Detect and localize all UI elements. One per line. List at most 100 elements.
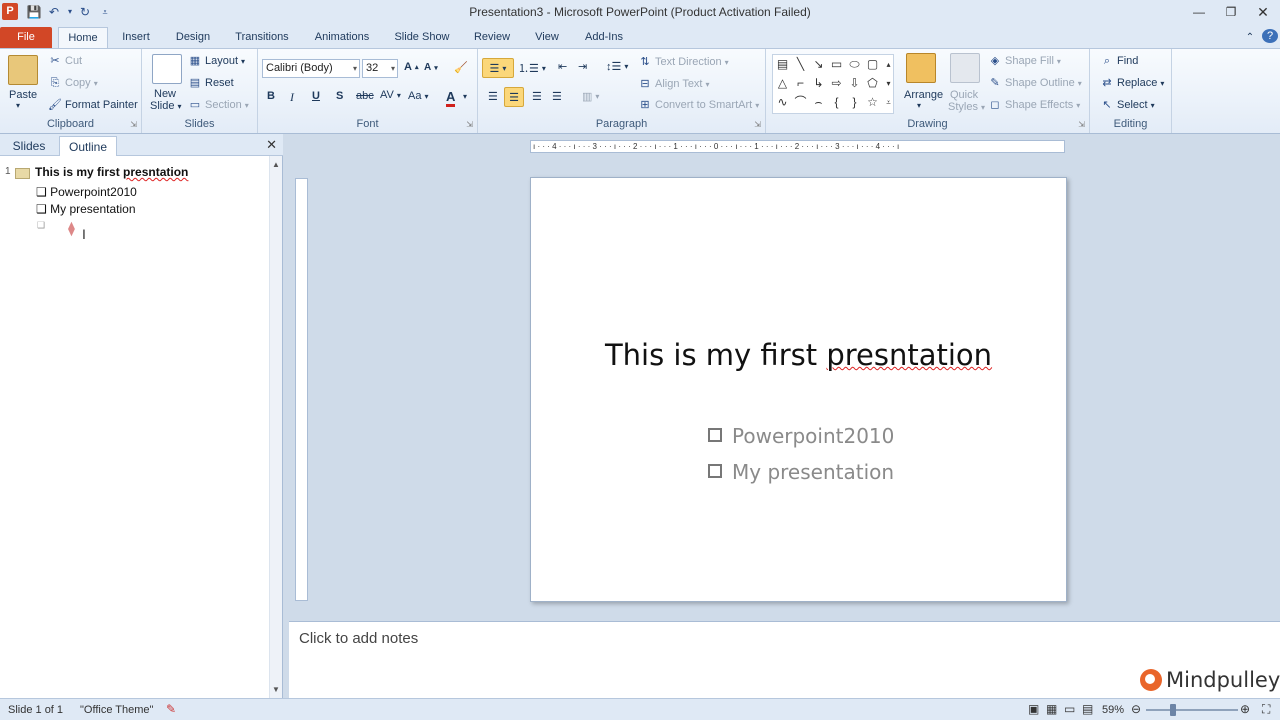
copy-button[interactable]: ⎘ Copy ▾ [48,76,98,90]
close-pane-icon[interactable]: ✕ [266,137,277,153]
select-button[interactable]: ↖ Select ▾ [1100,98,1154,112]
tab-slide-show[interactable]: Slide Show [390,27,454,48]
elbow-connector-shape-icon[interactable]: ⌐ [793,76,808,91]
numbering-button[interactable]: ⒈☰ ▾ [518,60,546,76]
tab-review[interactable]: Review [469,27,515,48]
font-launcher-icon[interactable]: ⇲ [466,120,473,129]
tab-animations[interactable]: Animations [309,27,375,48]
normal-view-icon[interactable]: ▣ [1028,702,1039,716]
curve-shape-icon[interactable]: ⌢ [811,95,826,110]
theme-status[interactable]: "Office Theme" [80,704,153,716]
star-shape-icon[interactable]: ☆ [865,95,880,110]
drawing-launcher-icon[interactable]: ⇲ [1078,120,1085,129]
font-family-select[interactable]: Calibri (Body) ▾ [262,59,360,78]
scroll-down-icon[interactable]: ▼ [270,685,282,694]
align-center-icon[interactable]: ☰ [504,87,524,107]
increase-indent-icon[interactable]: ⇥ [578,60,587,73]
align-text-button[interactable]: ⊟ Align Text ▾ [638,77,709,91]
elbow-arrow-shape-icon[interactable]: ↳ [811,76,826,91]
minimize-ribbon-icon[interactable]: ⌃ [1242,27,1258,48]
font-color-dropdown-icon[interactable]: ▾ [463,92,467,101]
tab-file[interactable]: File [0,27,52,48]
gallery-scroll-down-icon[interactable]: ▾ [881,76,896,91]
strikethrough-icon[interactable]: abc [356,90,374,102]
arrange-dropdown-icon[interactable]: ▾ [917,101,921,110]
font-color-icon[interactable]: A [446,89,456,107]
tab-outline-pane[interactable]: Outline [59,136,117,156]
rectangle-shape-icon[interactable]: ▭ [829,57,844,72]
character-spacing-icon[interactable]: AV ▾ [380,89,401,101]
tab-view[interactable]: View [530,27,564,48]
slide-title[interactable]: This is my first presntation [531,338,1066,372]
shape-effects-button[interactable]: ◻ Shape Effects ▾ [988,98,1080,112]
zoom-in-icon[interactable]: ⊕ [1240,702,1250,716]
left-brace-shape-icon[interactable]: { [829,95,844,110]
oval-shape-icon[interactable]: ⬭ [847,57,862,72]
clipboard-launcher-icon[interactable]: ⇲ [130,120,137,129]
outline-slide-title[interactable]: This is my first presntation [35,165,188,179]
new-slide-button-line2[interactable]: Slide ▾ [150,100,181,112]
slide-bullet-1[interactable]: Powerpoint2010 [708,424,894,448]
reading-view-icon[interactable]: ▭ [1064,702,1075,716]
align-right-icon[interactable]: ☰ [532,90,542,103]
shapes-gallery[interactable]: ▤ ╲ ↘ ▭ ⬭ ▢ △ ⌐ ↳ ⇨ ⇩ ⬠ ∿ ⌒ ⌢ { } ☆ ▴ ▾ … [772,54,894,114]
outline-view[interactable]: 1 This is my first presntation ❑ Powerpo… [0,156,270,698]
paste-dropdown-icon[interactable]: ▾ [16,101,20,110]
tab-add-ins[interactable]: Add-Ins [580,27,628,48]
scroll-up-icon[interactable]: ▲ [270,160,282,169]
tab-design[interactable]: Design [170,27,216,48]
arc-shape-icon[interactable]: ⌒ [793,95,808,110]
outline-scrollbar[interactable]: ▲ ▼ [269,156,282,698]
zoom-out-icon[interactable]: ⊖ [1131,702,1141,716]
rounded-rectangle-shape-icon[interactable]: ▢ [865,57,880,72]
clear-formatting-icon[interactable]: 🧹 [454,61,468,74]
italic-icon[interactable]: I [290,90,294,105]
paste-icon[interactable] [8,55,38,85]
tab-home[interactable]: Home [58,27,108,48]
section-button[interactable]: ▭ Section ▾ [188,98,249,112]
quick-styles-button[interactable]: Quick [950,89,978,101]
shape-fill-button[interactable]: ◈ Shape Fill ▾ [988,54,1061,68]
justify-icon[interactable]: ☰ [552,90,562,103]
reset-button[interactable]: ▤ Reset [188,76,234,90]
minimize-icon[interactable]: — [1184,2,1214,22]
triangle-shape-icon[interactable]: △ [775,76,790,91]
paragraph-launcher-icon[interactable]: ⇲ [754,120,761,129]
right-arrow-shape-icon[interactable]: ⇨ [829,76,844,91]
find-button[interactable]: ⌕ Find [1100,54,1139,68]
convert-smartart-button[interactable]: ⊞ Convert to SmartArt ▾ [638,98,759,112]
text-shadow-icon[interactable]: S [336,90,343,102]
font-size-select[interactable]: 32 ▾ [362,59,398,78]
new-slide-button[interactable]: New [154,88,176,100]
gallery-scroll-up-icon[interactable]: ▴ [881,57,896,72]
zoom-slider[interactable] [1146,709,1238,711]
change-case-icon[interactable]: Aa ▾ [408,90,428,102]
bold-icon[interactable]: B [267,90,275,102]
bullets-button[interactable]: ☰ ▾ [482,58,514,78]
cut-button[interactable]: ✂ Cut [48,54,82,68]
text-direction-button[interactable]: ⇅ Text Direction ▾ [638,55,728,69]
tab-slides-pane[interactable]: Slides [4,136,54,156]
replace-button[interactable]: ⇄ Replace ▾ [1100,76,1164,90]
slide-bullet-2[interactable]: My presentation [708,460,894,484]
spelling-check-icon[interactable]: ✎ [166,702,176,716]
arrange-button[interactable]: Arrange [904,89,943,101]
line-shape-icon[interactable]: ╲ [793,57,808,72]
outline-bullet-1[interactable]: ❑ Powerpoint2010 [36,185,137,199]
slide-canvas[interactable]: This is my first presntation Powerpoint2… [530,177,1067,602]
textbox-shape-icon[interactable]: ▤ [775,57,790,72]
shrink-font-icon[interactable]: A ▾ [424,62,438,73]
zoom-level[interactable]: 59% [1102,704,1124,716]
slide-sorter-icon[interactable]: ▦ [1046,702,1057,716]
shape-outline-button[interactable]: ✎ Shape Outline ▾ [988,76,1081,90]
columns-icon[interactable]: ▥ ▾ [582,90,599,103]
align-left-icon[interactable]: ☰ [488,90,498,103]
format-painter-button[interactable]: 🖌 Format Painter [48,98,138,112]
slide-show-icon[interactable]: ▤ [1082,702,1093,716]
decrease-indent-icon[interactable]: ⇤ [558,60,567,73]
layout-button[interactable]: ▦ Layout ▾ [188,54,245,68]
arrange-icon[interactable] [906,53,936,83]
quick-styles-icon[interactable] [950,53,980,83]
slide-thumbnail-icon[interactable] [15,168,30,179]
fit-slide-icon[interactable]: ⛶ [1262,702,1270,717]
